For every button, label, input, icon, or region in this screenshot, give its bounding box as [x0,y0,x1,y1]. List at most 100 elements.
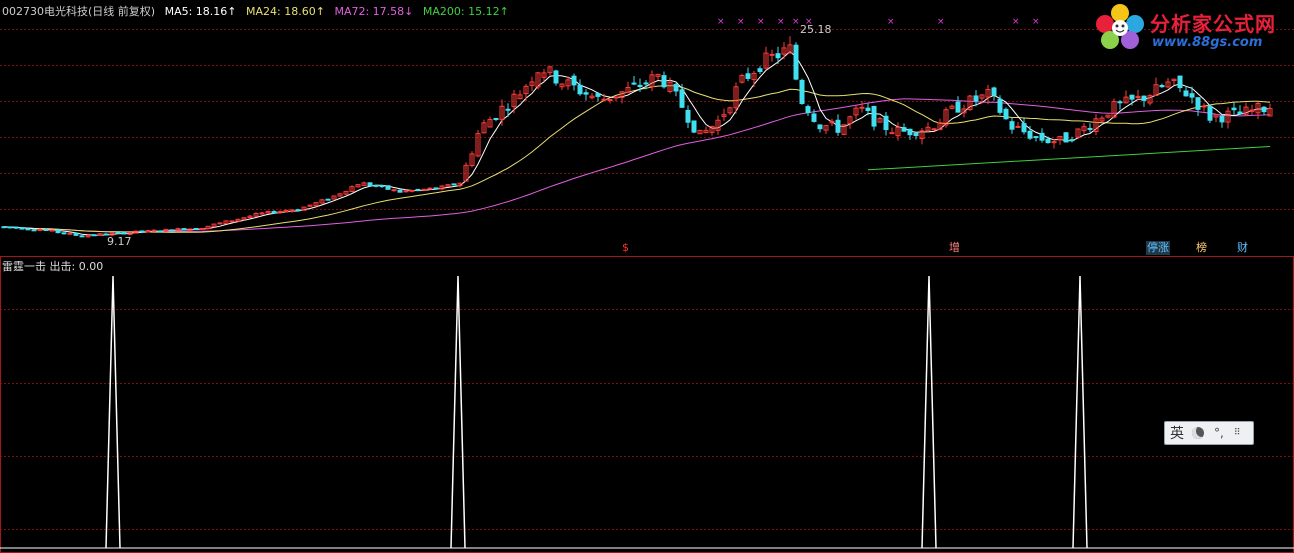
candle-body [1231,107,1237,111]
candle-body [367,182,373,187]
candle-body [373,184,379,187]
candle-body [859,106,865,109]
logo-text: 分析家公式网 [1150,12,1276,36]
ma5-path [3,50,1271,236]
candle-body [835,119,841,133]
candle-body [775,53,781,59]
spike [1072,275,1088,549]
candle-body [691,120,697,133]
ma72-path [3,98,1271,233]
punctuation-icon[interactable]: °, [1214,426,1224,440]
badge-cai[interactable]: 财 [1236,241,1249,255]
candle-body [631,82,637,85]
ime-toolbar[interactable]: 英 °, ⠿ [1164,421,1254,445]
badge-limit-up[interactable]: 停涨 [1146,241,1170,255]
candle-body [1183,90,1189,97]
candle-body [1009,121,1015,130]
ma72-label: MA72: 17.58↓ [334,5,414,18]
candle-body [607,99,613,102]
candle-body [955,101,961,113]
ma200-label: MA200: 15.12↑ [422,5,509,18]
moon-icon[interactable] [1192,427,1204,439]
ma5-label: MA5: 18.16↑ [164,5,237,18]
candle-body [685,109,691,123]
logo-url: www.88gs.com [1152,35,1263,50]
stock-name: 电光科技(日线 前复权) [44,5,156,18]
candle-body [451,183,457,186]
candles [1,36,1273,238]
candle-body [79,235,85,238]
candle-body [637,84,643,88]
candle-body [583,92,589,95]
x-mark: × [737,17,745,27]
badge-bang[interactable]: 榜 [1195,241,1208,255]
candle-body [1069,139,1075,142]
candle-body [259,212,265,215]
grid-icon[interactable]: ⠿ [1234,428,1241,438]
high-label: 25.18 [800,23,832,36]
candle-body [391,189,397,192]
flower-icon [1096,4,1144,49]
x-mark: × [887,17,895,27]
x-mark: × [757,17,765,27]
x-mark: × [777,17,785,27]
candle-body [43,229,49,232]
candle-body [505,108,511,111]
candle-body [157,230,163,233]
spike [450,275,466,549]
low-label: 9.17 [107,235,132,248]
badge-dollar[interactable]: $ [621,241,630,255]
candle-body [805,106,811,114]
candle-body [1129,94,1135,100]
indicator-header: 雷霆一击 出击: 0.00 [2,260,104,273]
chart-stage: × × × × × × × × × × 25.18 9.17 [0,17,1294,553]
candle-body [271,211,277,214]
x-mark: × [1032,17,1040,27]
candle-body [1,226,7,229]
ma200-segment [867,146,1271,171]
ma72-line [3,98,1271,233]
indicator-spikes [0,275,1294,549]
candle-body [553,70,559,84]
candle-body [61,232,67,235]
candle-body [121,231,127,235]
candle-body [769,53,775,56]
candle-body [421,188,427,191]
candle-body [595,93,601,97]
candle-body [1189,93,1195,98]
site-logo: 分析家公式网 www.88gs.com [1092,2,1290,54]
ma24-label: MA24: 18.60↑ [246,5,325,18]
candle-body [757,68,763,72]
spike [921,275,937,549]
candle-body [745,73,751,79]
candle-body [817,124,823,130]
candle-body [1219,115,1225,123]
candle-body [7,226,13,229]
candle-body [193,228,199,231]
x-mark: × [792,17,800,27]
candle-body [601,98,607,101]
candle-body [1207,105,1213,121]
candle-body [397,189,403,193]
candle-body [793,44,799,80]
candle-body [1033,136,1039,139]
candle-body [643,82,649,85]
candle-body [55,229,61,234]
candle-body [571,75,577,86]
candle-body [931,128,937,131]
candle-body [31,229,37,232]
candle-body [799,79,805,104]
ma5-line [3,50,1271,236]
lower-pane-border [0,256,1294,553]
candle-body [433,187,439,190]
candle-body [577,84,583,95]
x-mark: × [717,17,725,27]
badge-zeng[interactable]: 增 [948,241,961,255]
candle-body [1117,101,1123,104]
candle-body [811,113,817,122]
candle-body [415,188,421,191]
candle-body [901,127,907,132]
ime-lang[interactable]: 英 [1170,423,1184,443]
candle-body [1141,95,1147,101]
candle-body [913,132,919,137]
